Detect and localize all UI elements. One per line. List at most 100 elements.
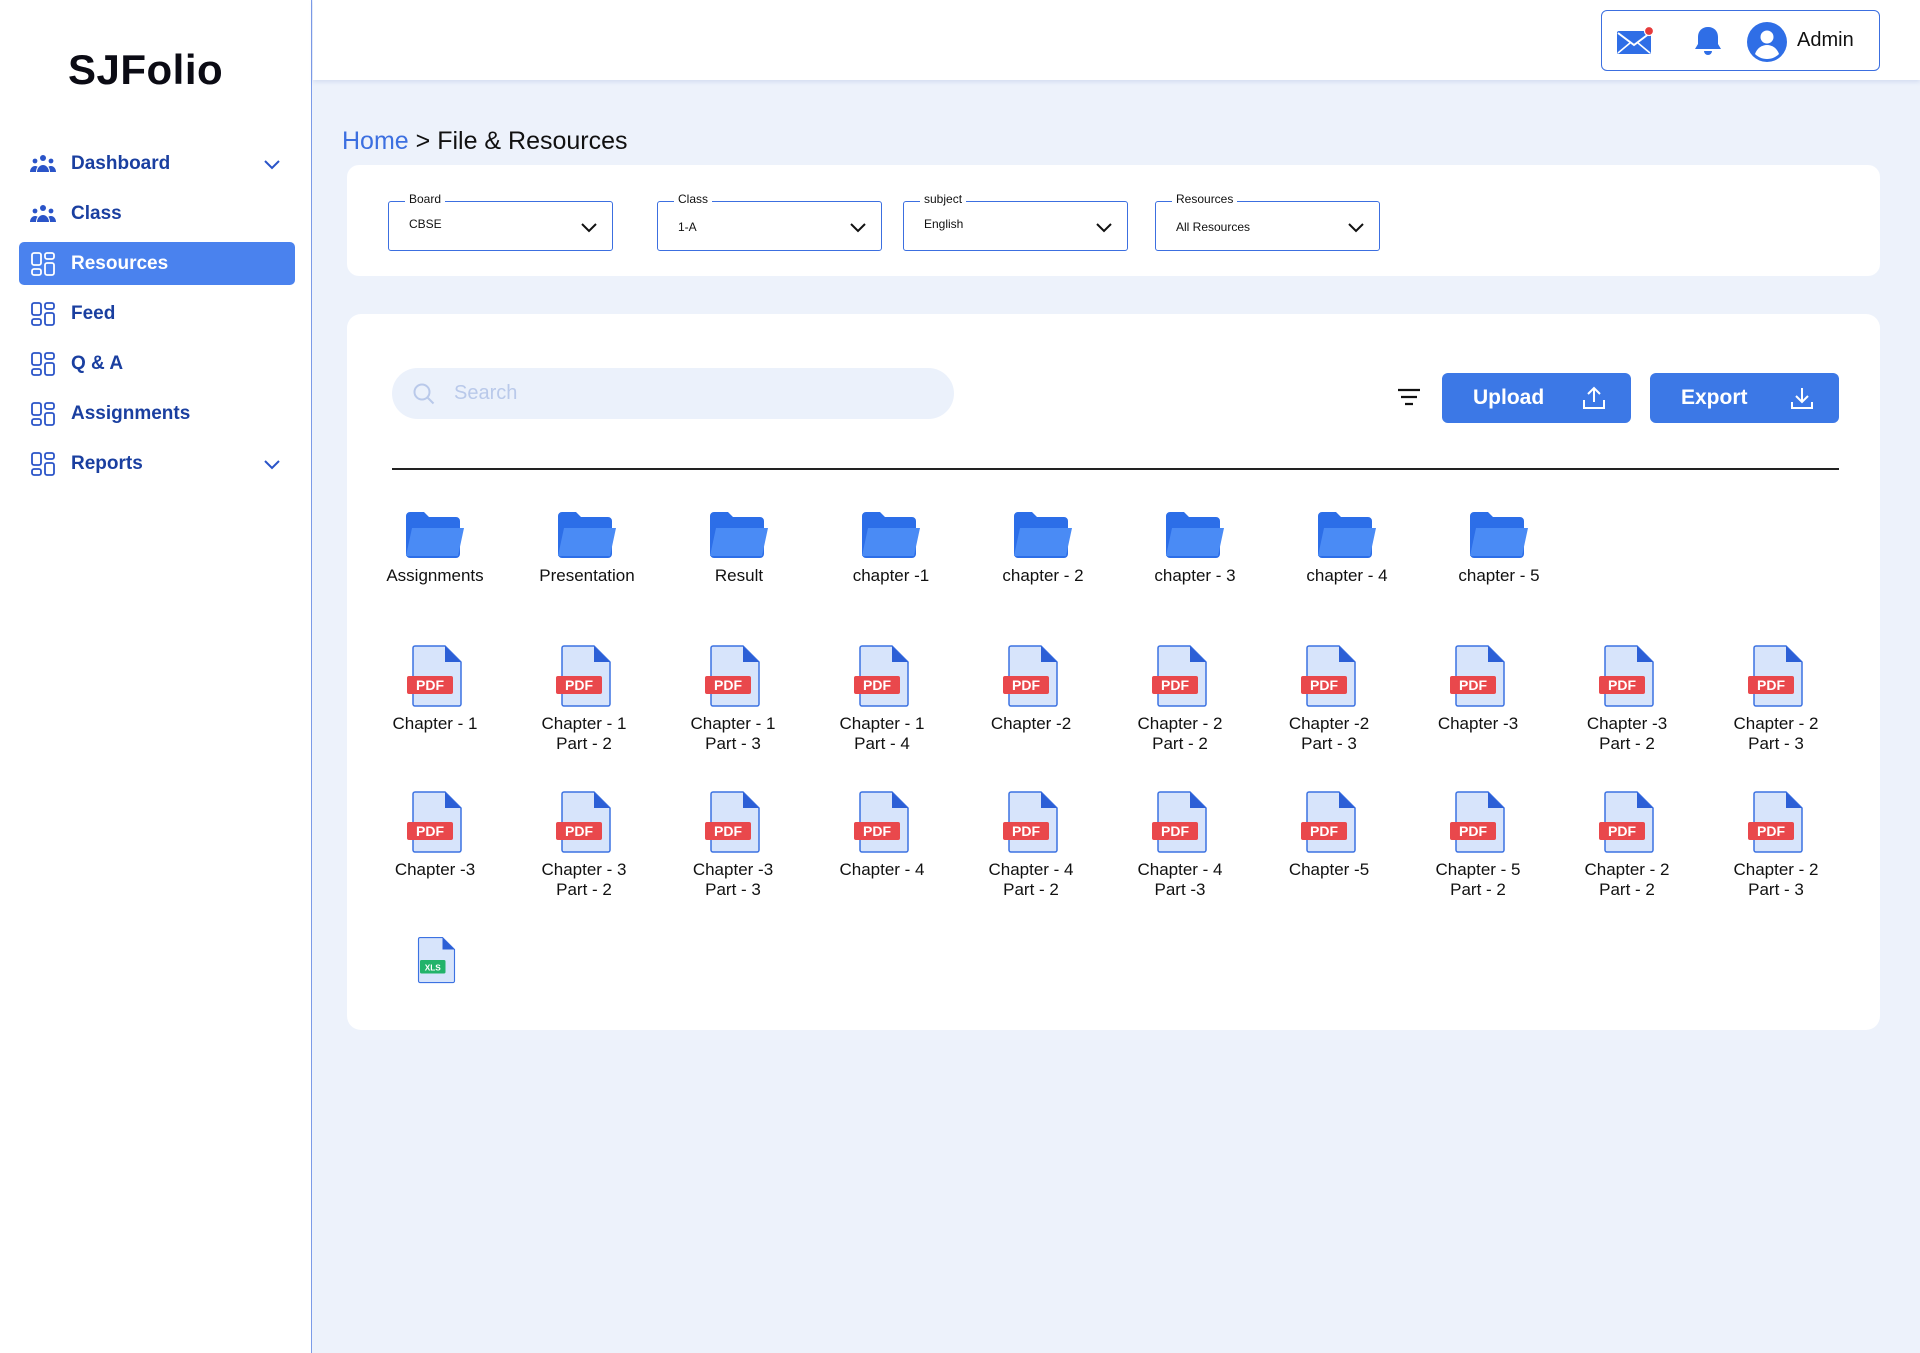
folder-item[interactable]: chapter - 4 [1277, 510, 1417, 586]
folder-item[interactable]: Presentation [517, 510, 657, 586]
board-select-label: Board [405, 192, 446, 206]
folder-item[interactable]: chapter - 2 [973, 510, 1113, 586]
mail-icon[interactable] [1616, 26, 1654, 56]
filter-panel: Board CBSE Class 1-A subject English Res… [347, 165, 1880, 276]
svg-text:PDF: PDF [1012, 823, 1040, 839]
svg-text:PDF: PDF [565, 823, 593, 839]
chevron-down-icon[interactable] [263, 155, 281, 173]
file-item[interactable]: XLS [365, 936, 505, 990]
file-item[interactable]: PDF Chapter -2 Part - 3 [1259, 644, 1399, 754]
breadcrumb-separator: > [408, 127, 438, 155]
sidebar-item-dashboard[interactable]: Dashboard [19, 142, 295, 185]
search-icon [413, 383, 435, 405]
file-item[interactable]: PDF Chapter - 2 Part - 2 [1110, 644, 1250, 754]
pdf-file-icon: PDF [1706, 790, 1846, 854]
file-item[interactable]: PDF Chapter - 4 Part - 2 [961, 790, 1101, 900]
app-logo: SJFolio [68, 46, 224, 93]
file-item[interactable]: PDF Chapter -3 [365, 790, 505, 880]
chevron-down-icon[interactable] [263, 455, 281, 473]
sort-icon[interactable] [1397, 388, 1421, 406]
class-select-label: Class [674, 192, 713, 206]
breadcrumb-home[interactable]: Home [342, 127, 409, 155]
folder-item[interactable]: chapter -1 [821, 510, 961, 586]
file-item[interactable]: PDF Chapter - 2 Part - 3 [1706, 790, 1846, 900]
pdf-file-icon: PDF [1110, 644, 1250, 708]
resources-select-label: Resources [1172, 192, 1238, 206]
file-item[interactable]: PDF Chapter - 2 Part - 3 [1706, 644, 1846, 754]
chevron-down-icon [850, 223, 866, 233]
export-button[interactable]: Export [1650, 373, 1839, 423]
file-name: Chapter -3 [1437, 714, 1519, 733]
divider [392, 468, 1839, 470]
sidebar-item-qa[interactable]: Q & A [19, 342, 295, 385]
file-item[interactable]: PDF Chapter - 3 Part - 2 [514, 790, 654, 900]
svg-text:PDF: PDF [1012, 677, 1040, 693]
file-name: Chapter - 1 Part - 4 [839, 714, 925, 753]
sidebar-item-label: Dashboard [71, 152, 171, 174]
sidebar-item-resources[interactable]: Resources [19, 242, 295, 285]
search-bar[interactable] [392, 368, 954, 419]
file-item[interactable]: PDF Chapter - 1 Part - 3 [663, 644, 803, 754]
svg-text:PDF: PDF [1310, 677, 1338, 693]
avatar[interactable] [1747, 22, 1787, 62]
class-select[interactable]: Class 1-A [657, 192, 882, 251]
svg-text:PDF: PDF [1459, 677, 1487, 693]
pdf-file-icon: PDF [514, 644, 654, 708]
folder-name: chapter - 3 [1154, 566, 1236, 585]
pdf-file-icon: PDF [1706, 644, 1846, 708]
sidebar-item-label: Feed [71, 302, 116, 324]
grid-icon [29, 350, 57, 378]
file-item[interactable]: PDF Chapter -2 [961, 644, 1101, 734]
file-item[interactable]: PDF Chapter - 1 Part - 2 [514, 644, 654, 754]
svg-text:PDF: PDF [416, 677, 444, 693]
folder-icon [1125, 510, 1265, 560]
folder-icon [517, 510, 657, 560]
file-name: Chapter - 4 Part -3 [1137, 860, 1223, 899]
file-name: Chapter - 2 Part - 2 [1584, 860, 1670, 899]
user-name[interactable]: Admin [1797, 29, 1854, 52]
file-item[interactable]: PDF Chapter - 2 Part - 2 [1557, 790, 1697, 900]
file-name: Chapter -3 Part - 2 [1586, 714, 1668, 753]
pdf-file-icon: PDF [961, 790, 1101, 854]
board-select[interactable]: Board CBSE [388, 192, 613, 251]
upload-button[interactable]: Upload [1442, 373, 1631, 423]
svg-text:PDF: PDF [565, 677, 593, 693]
sidebar-item-assignments[interactable]: Assignments [19, 392, 295, 435]
folder-item[interactable]: chapter - 3 [1125, 510, 1265, 586]
file-name: Chapter -3 Part - 3 [692, 860, 774, 899]
svg-text:PDF: PDF [714, 677, 742, 693]
file-name: Chapter -2 Part - 3 [1288, 714, 1370, 753]
subject-select[interactable]: subject English [903, 192, 1128, 251]
file-item[interactable]: PDF Chapter - 1 [365, 644, 505, 734]
folder-item[interactable]: chapter - 5 [1429, 510, 1569, 586]
file-item[interactable]: PDF Chapter -5 [1259, 790, 1399, 880]
file-name: Chapter - 1 Part - 2 [541, 714, 627, 753]
svg-text:PDF: PDF [1459, 823, 1487, 839]
sidebar-item-class[interactable]: Class [19, 192, 295, 235]
sidebar-item-reports[interactable]: Reports [19, 442, 295, 485]
sidebar-item-feed[interactable]: Feed [19, 292, 295, 335]
pdf-file-icon: PDF [365, 644, 505, 708]
resources-select[interactable]: Resources All Resources [1155, 192, 1380, 251]
xls-file-icon: XLS [365, 936, 505, 984]
pdf-file-icon: PDF [1557, 790, 1697, 854]
file-name: Chapter -2 [990, 714, 1072, 733]
pdf-file-icon: PDF [812, 644, 952, 708]
file-name: Chapter -3 [394, 860, 476, 879]
file-item[interactable]: PDF Chapter -3 Part - 2 [1557, 644, 1697, 754]
search-input[interactable] [454, 368, 934, 419]
svg-text:PDF: PDF [416, 823, 444, 839]
file-item[interactable]: PDF Chapter - 4 Part -3 [1110, 790, 1250, 900]
file-item[interactable]: PDF Chapter -3 [1408, 644, 1548, 734]
sidebar-item-label: Assignments [71, 402, 191, 424]
folder-item[interactable]: Result [669, 510, 809, 586]
chevron-down-icon [1096, 223, 1112, 233]
file-name: Chapter -5 [1288, 860, 1370, 879]
file-item[interactable]: PDF Chapter - 1 Part - 4 [812, 644, 952, 754]
file-item[interactable]: PDF Chapter - 4 [812, 790, 952, 880]
file-item[interactable]: PDF Chapter - 5 Part - 2 [1408, 790, 1548, 900]
bell-icon[interactable] [1693, 25, 1723, 57]
file-name: Chapter - 5 Part - 2 [1435, 860, 1521, 899]
file-item[interactable]: PDF Chapter -3 Part - 3 [663, 790, 803, 900]
folder-item[interactable]: Assignments [365, 510, 505, 586]
